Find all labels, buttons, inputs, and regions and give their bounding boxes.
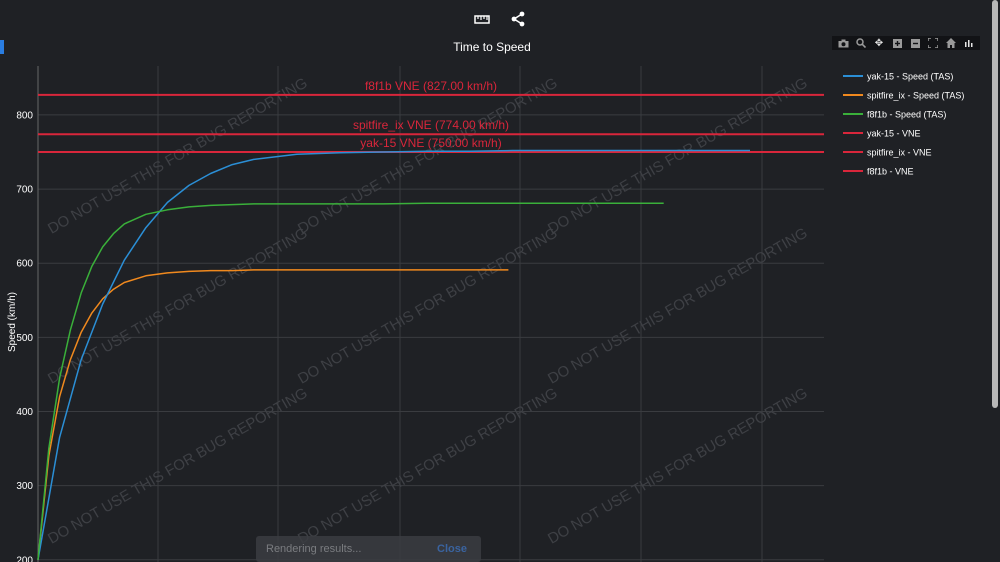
series-line-yak-15: [37, 149, 750, 560]
time-to-speed-chart: Time to Speed 200 300 400 500 600 700 800 Speed …: [7, 40, 964, 562]
legend-item: yak-15 - VNE: [867, 129, 921, 139]
watermark-text: DO NOT USE THIS FOR BUG REPORTING: [295, 75, 560, 238]
legend-item: spitfire_ix - Speed (TAS): [867, 91, 964, 101]
legend-item: spitfire_ix - VNE: [867, 148, 932, 158]
camera-icon[interactable]: [837, 37, 849, 49]
page-scrollbar[interactable]: [992, 0, 998, 408]
zoom-out-icon[interactable]: [909, 37, 921, 49]
vne-label-1: spitfire_ix VNE (774.00 km/h): [353, 118, 509, 132]
y-tick-label: 700: [16, 185, 33, 196]
watermark-text: DO NOT USE THIS FOR BUG REPORTING: [545, 385, 810, 548]
pan-icon[interactable]: ✥: [873, 37, 885, 49]
y-tick-label: 400: [16, 407, 33, 418]
chart-modebar: ✥: [832, 36, 980, 50]
watermark-text: DO NOT USE THIS FOR BUG REPORTING: [295, 225, 560, 388]
y-tick-label: 600: [16, 259, 33, 270]
y-tick-label: 500: [16, 333, 33, 344]
legend-item: yak-15 - Speed (TAS): [867, 72, 953, 82]
vne-label-0: yak-15 VNE (750.00 km/h): [360, 136, 501, 150]
zoom-icon[interactable]: [855, 37, 867, 49]
toast-message: Rendering results...: [266, 543, 362, 555]
watermark-text: DO NOT USE THIS FOR BUG REPORTING: [45, 225, 310, 388]
reset-axes-icon[interactable]: [945, 37, 957, 49]
chart-title: Time to Speed: [453, 40, 531, 54]
watermark-text: DO NOT USE THIS FOR BUG REPORTING: [295, 385, 560, 548]
y-tick-label: 200: [16, 555, 33, 562]
y-tick-label: 300: [16, 481, 33, 492]
autoscale-icon[interactable]: [927, 37, 939, 49]
legend-item: f8f1b - Speed (TAS): [867, 110, 946, 120]
plotly-logo-icon[interactable]: [963, 37, 975, 49]
render-toast: Rendering results... Close: [256, 536, 481, 562]
legend-item: f8f1b - VNE: [867, 167, 914, 177]
zoom-in-icon[interactable]: [891, 37, 903, 49]
watermark-text: DO NOT USE THIS FOR BUG REPORTING: [45, 385, 310, 548]
watermark-text: DO NOT USE THIS FOR BUG REPORTING: [545, 75, 810, 238]
watermark-text: DO NOT USE THIS FOR BUG REPORTING: [545, 225, 810, 388]
chart-legend: yak-15 - Speed (TAS) spitfire_ix - Speed …: [843, 72, 964, 177]
vne-label-2: f8f1b VNE (827.00 km/h): [365, 79, 497, 93]
watermark-text: DO NOT USE THIS FOR BUG REPORTING: [45, 75, 310, 238]
toast-close-button[interactable]: Close: [437, 543, 467, 555]
y-tick-label: 800: [16, 110, 33, 121]
y-axis-label: Speed (km/h): [7, 292, 18, 352]
